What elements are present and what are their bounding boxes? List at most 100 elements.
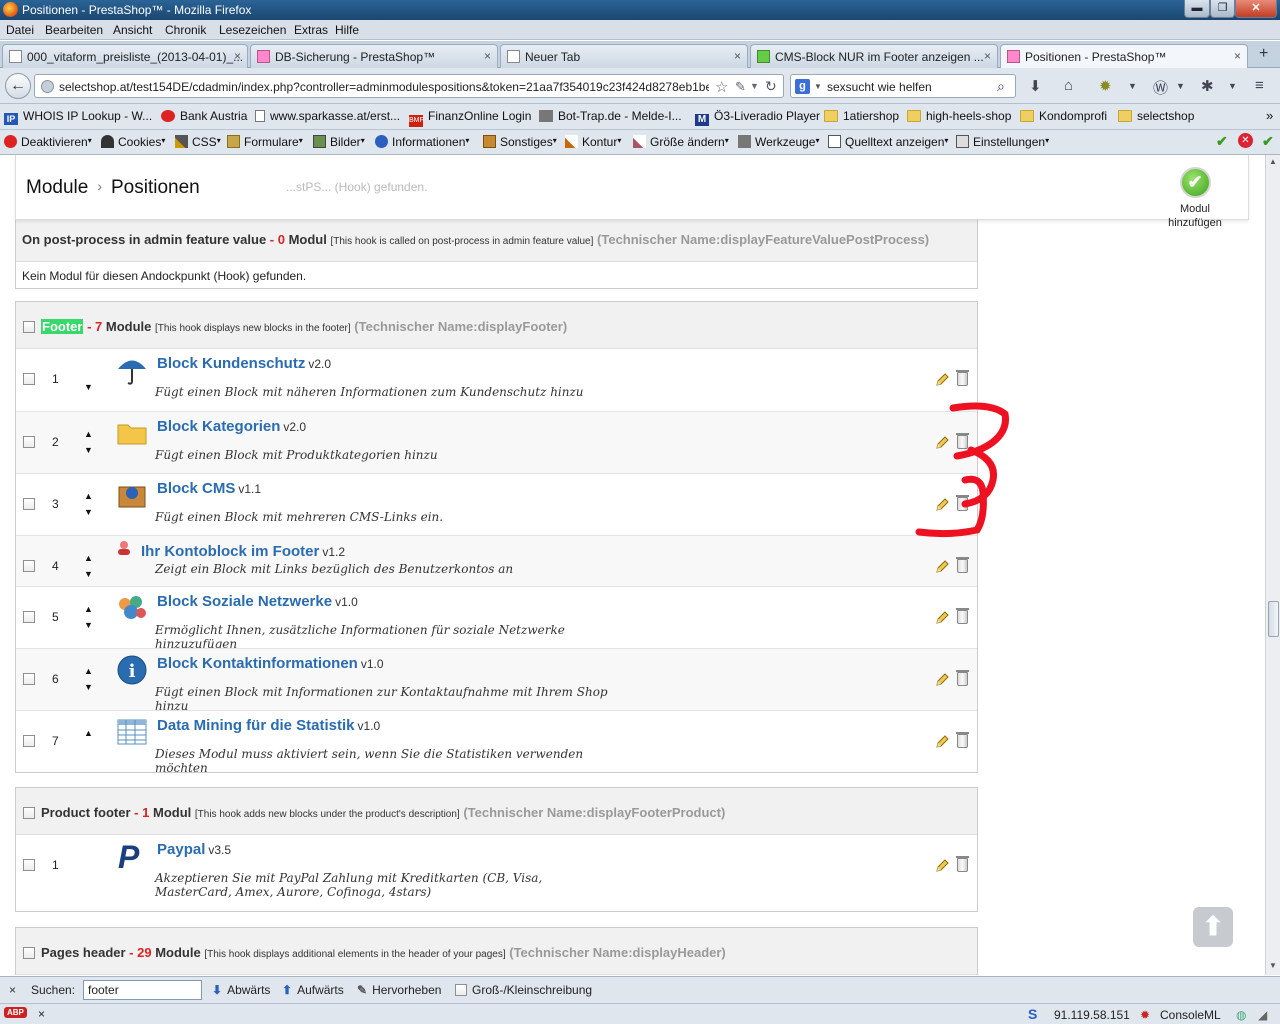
menu-ansicht[interactable]: Ansicht [113, 23, 152, 37]
edit-pencil-icon[interactable] [935, 673, 949, 687]
menu-hilfe[interactable]: Hilfe [335, 23, 359, 37]
move-up-arrow[interactable]: ▲ [84, 728, 93, 738]
dev-werkzeuge[interactable]: Werkzeuge▾ [738, 135, 820, 149]
add-module-button[interactable]: ✔ Modul hinzufügen [1152, 167, 1238, 229]
move-down-arrow[interactable]: ▼ [84, 569, 93, 579]
edit-pencil-icon[interactable] [935, 611, 949, 625]
close-find-bar-icon[interactable]: × [9, 983, 16, 997]
module-name[interactable]: Block Kategorien v2.0 [157, 418, 306, 435]
match-case-checkbox[interactable]: Groß-/Kleinschreibung [455, 983, 592, 997]
menu-icon[interactable]: ≡ [1255, 77, 1264, 94]
module-checkbox[interactable] [23, 673, 35, 685]
dev-einstellungen[interactable]: Einstellungen▾ [956, 135, 1049, 149]
module-checkbox[interactable] [23, 560, 35, 572]
bookmark-folder-selectshop[interactable]: selectshop [1118, 109, 1194, 123]
find-next-button[interactable]: ⬇ Abwärts [212, 983, 270, 997]
move-down-arrow[interactable]: ▼ [84, 382, 93, 392]
close-window-button[interactable]: ✕ [1235, 0, 1277, 18]
dev-bilder[interactable]: Bilder▾ [313, 135, 365, 149]
trash-icon[interactable] [956, 856, 969, 872]
edit-pencil-icon[interactable] [935, 859, 949, 873]
module-name[interactable]: Block Kontaktinformationen v1.0 [157, 655, 384, 672]
find-input[interactable]: footer [83, 980, 202, 1000]
module-name[interactable]: Block Kundenschutz v2.0 [157, 355, 331, 372]
error-icon[interactable]: ✕ [1238, 133, 1253, 148]
back-button[interactable]: ← [5, 73, 31, 99]
module-checkbox[interactable] [23, 498, 35, 510]
trash-icon[interactable] [956, 670, 969, 686]
history-dropdown-icon[interactable]: ▼ [750, 81, 759, 91]
tab-close-icon[interactable]: × [984, 49, 991, 63]
url-bar[interactable]: selectshop.at/test154DE/cdadmin/index.ph… [34, 74, 784, 98]
tab-close-icon[interactable]: × [734, 49, 741, 63]
tab-db-sicherung[interactable]: DB-Sicherung - PrestaShop™ × [250, 44, 498, 68]
menu-extras[interactable]: Extras [294, 23, 328, 37]
edit-pencil-icon[interactable] [935, 735, 949, 749]
find-previous-button[interactable]: ⬆ Aufwärts [282, 983, 344, 997]
tab-vitaform[interactable]: 000_vitaform_preisliste_(2013-04-01)_...… [2, 44, 248, 68]
module-name[interactable]: Block CMS v1.1 [157, 480, 261, 497]
trash-icon[interactable] [956, 370, 969, 386]
scroll-to-top-button[interactable]: ⬆ [1193, 907, 1233, 947]
dev-sonstiges[interactable]: Sonstiges▾ [483, 135, 557, 149]
tab-close-icon[interactable]: × [234, 49, 241, 63]
site-identity-icon[interactable] [41, 80, 54, 93]
globe-icon[interactable]: ◍ [1236, 1008, 1246, 1022]
trash-icon[interactable] [956, 608, 969, 624]
dev-kontur[interactable]: Kontur▾ [565, 135, 621, 149]
search-bar[interactable]: g ▼ sexsucht wie helfen ⌕ [790, 74, 1016, 98]
console-label[interactable]: ConsoleML [1160, 1008, 1221, 1022]
module-checkbox[interactable] [23, 611, 35, 623]
page-scrollbar[interactable]: ▲ ▼ [1265, 155, 1280, 975]
move-down-arrow[interactable]: ▼ [84, 507, 93, 517]
bookmark-sparkasse[interactable]: www.sparkasse.at/erst... [255, 109, 400, 123]
module-checkbox[interactable] [23, 373, 35, 385]
move-up-arrow[interactable]: ▲ [84, 666, 93, 676]
bookmark-bank-austria[interactable]: Bank Austria [161, 109, 247, 123]
engine-dropdown-icon[interactable]: ▼ [814, 82, 822, 91]
bookmark-oe3[interactable]: M Ö3-Liveradio Player [695, 109, 820, 126]
search-icon[interactable]: ⌕ [997, 78, 1005, 95]
edit-pencil-icon[interactable] [935, 373, 949, 387]
move-up-arrow[interactable]: ▲ [84, 604, 93, 614]
dev-quelltext[interactable]: Quelltext anzeigen▾ [828, 135, 948, 149]
tab-neuer-tab[interactable]: Neuer Tab × [500, 44, 748, 68]
tools-pin-icon[interactable]: ✎ [735, 79, 746, 95]
check-icon[interactable]: ✔ [1262, 133, 1274, 150]
bug-icon[interactable]: ✱ [1201, 77, 1214, 95]
bookmark-folder-high-heels-shop[interactable]: high-heels-shop [907, 109, 1011, 123]
wordpress-icon[interactable]: Ⓦ [1153, 77, 1168, 98]
hook-select-checkbox[interactable] [23, 807, 35, 819]
scroll-up-arrow[interactable]: ▲ [1269, 157, 1277, 166]
home-icon[interactable]: ⌂ [1064, 77, 1073, 94]
bookmarks-overflow-button[interactable]: » [1266, 108, 1273, 123]
chevron-down-icon[interactable]: ▼ [1228, 81, 1237, 91]
chevron-down-icon[interactable]: ▼ [1128, 81, 1137, 91]
dev-css[interactable]: CSS▾ [175, 135, 221, 149]
dev-informationen[interactable]: Informationen▾ [375, 135, 469, 149]
check-icon[interactable]: ✔ [1216, 133, 1228, 150]
module-checkbox[interactable] [23, 735, 35, 747]
scrollbar-thumb[interactable] [1268, 601, 1279, 637]
new-tab-button[interactable]: + [1259, 45, 1268, 63]
checkbox[interactable] [455, 984, 467, 996]
move-up-arrow[interactable]: ▲ [84, 491, 93, 501]
menu-lesezeichen[interactable]: Lesezeichen [219, 23, 286, 37]
move-down-arrow[interactable]: ▼ [84, 445, 93, 455]
module-checkbox[interactable] [23, 859, 35, 871]
module-name[interactable]: Block Soziale Netzwerke v1.0 [157, 593, 358, 610]
adblock-icon[interactable]: ABP [4, 1007, 27, 1018]
bookmark-folder-1atiershop[interactable]: 1atiershop [824, 109, 899, 123]
hook-select-checkbox[interactable] [23, 947, 35, 959]
module-checkbox[interactable] [23, 436, 35, 448]
reload-icon[interactable]: ↻ [765, 78, 777, 95]
trash-icon[interactable] [956, 732, 969, 748]
trash-icon[interactable] [956, 557, 969, 573]
download-icon[interactable]: ⬇ [1029, 77, 1042, 95]
google-icon[interactable]: g [795, 79, 810, 94]
bookmark-star-icon[interactable]: ☆ [715, 78, 728, 96]
dev-deaktivieren[interactable]: Deaktivieren▾ [4, 135, 92, 149]
dev-cookies[interactable]: Cookies▾ [101, 135, 165, 149]
edit-pencil-icon[interactable] [935, 560, 949, 574]
dev-formulare[interactable]: Formulare▾ [227, 135, 303, 149]
